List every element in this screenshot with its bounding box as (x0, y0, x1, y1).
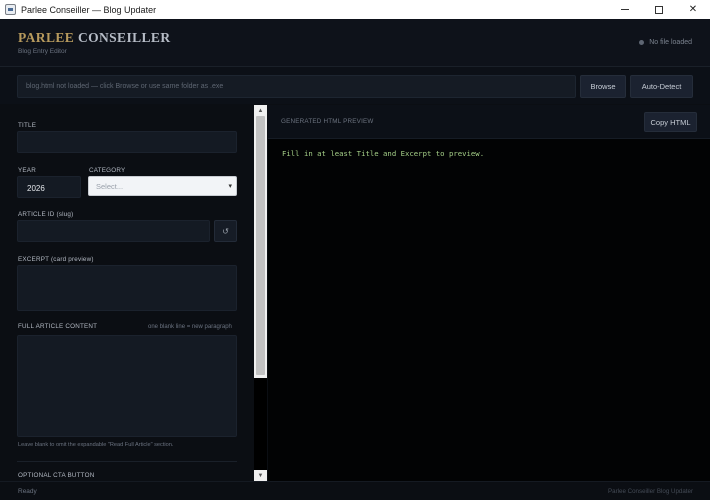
brand-secondary: CONSEILLER (77, 30, 171, 45)
category-select[interactable]: Select... ▾ (88, 176, 237, 196)
app-header: PARLEE CONSEILLER Blog Entry Editor No f… (0, 19, 710, 67)
chevron-down-icon: ▾ (228, 183, 232, 190)
preview-panel: GENERATED HTML PREVIEW Copy HTML Fill in… (268, 105, 710, 481)
scroll-up-icon[interactable]: ▲ (254, 105, 267, 116)
close-icon: ✕ (688, 4, 698, 15)
preview-title: GENERATED HTML PREVIEW (281, 118, 374, 125)
title-label: TITLE (18, 122, 37, 129)
status-dot-icon (639, 40, 645, 45)
content-label: FULL ARTICLE CONTENT (18, 323, 98, 330)
year-label: YEAR (18, 167, 36, 174)
scroll-down-icon[interactable]: ▼ (254, 470, 267, 481)
status-app-name: Parlee Conseiller Blog Updater (608, 488, 693, 495)
minimize-icon (621, 9, 629, 10)
app-icon (5, 4, 16, 15)
window-controls: ✕ (608, 0, 710, 19)
scrollbar-thumb[interactable] (256, 116, 265, 375)
year-input[interactable]: 2026 (17, 176, 81, 198)
excerpt-textarea[interactable] (17, 265, 237, 311)
category-label: CATEGORY (89, 167, 126, 174)
section-divider (17, 461, 237, 462)
file-status-text: No file loaded (649, 39, 692, 46)
close-button[interactable]: ✕ (676, 0, 710, 19)
article-id-label: ARTICLE ID (slug) (18, 211, 74, 218)
preview-output: Fill in at least Title and Excerpt to pr… (282, 149, 485, 158)
maximize-button[interactable] (642, 0, 676, 19)
path-bar: blog.html not loaded — click Browse or u… (0, 67, 710, 104)
form-scrollbar[interactable]: ▲ ▼ (254, 105, 267, 481)
file-path-input[interactable]: blog.html not loaded — click Browse or u… (17, 75, 576, 98)
content-hint: one blank line = new paragraph (148, 324, 232, 330)
maximize-icon (655, 5, 663, 14)
excerpt-label: EXCERPT (card preview) (18, 256, 94, 263)
status-message: Ready (18, 488, 37, 495)
window-titlebar: Parlee Conseiller — Blog Updater ✕ (0, 0, 710, 19)
auto-detect-button[interactable]: Auto-Detect (630, 75, 693, 98)
app-window: PARLEE CONSEILLER Blog Entry Editor No f… (0, 19, 710, 500)
regenerate-slug-button[interactable]: ↺ (214, 220, 237, 242)
status-bar: Ready Parlee Conseiller Blog Updater (0, 481, 710, 500)
minimize-button[interactable] (608, 0, 642, 19)
entry-form: TITLE YEAR 2026 CATEGORY Select... ▾ ART… (0, 105, 254, 481)
app-subtitle: Blog Entry Editor (18, 48, 67, 55)
cta-label: OPTIONAL CTA BUTTON (18, 472, 95, 479)
scrollbar-track-lower[interactable] (254, 378, 267, 470)
article-id-input[interactable] (17, 220, 210, 242)
title-input[interactable] (17, 131, 237, 153)
category-selected: Select... (96, 182, 124, 191)
refresh-icon: ↺ (222, 226, 229, 236)
brand-primary: PARLEE (18, 30, 75, 45)
browse-button[interactable]: Browse (580, 75, 626, 98)
copy-html-button[interactable]: Copy HTML (644, 112, 697, 132)
preview-header: GENERATED HTML PREVIEW Copy HTML (268, 105, 710, 139)
content-help-text: Leave blank to omit the expandable "Read… (18, 442, 174, 448)
brand-logo: PARLEE CONSEILLER (18, 30, 170, 46)
file-status: No file loaded (639, 39, 692, 46)
window-title: Parlee Conseiller — Blog Updater (21, 4, 157, 15)
content-textarea[interactable] (17, 335, 237, 437)
